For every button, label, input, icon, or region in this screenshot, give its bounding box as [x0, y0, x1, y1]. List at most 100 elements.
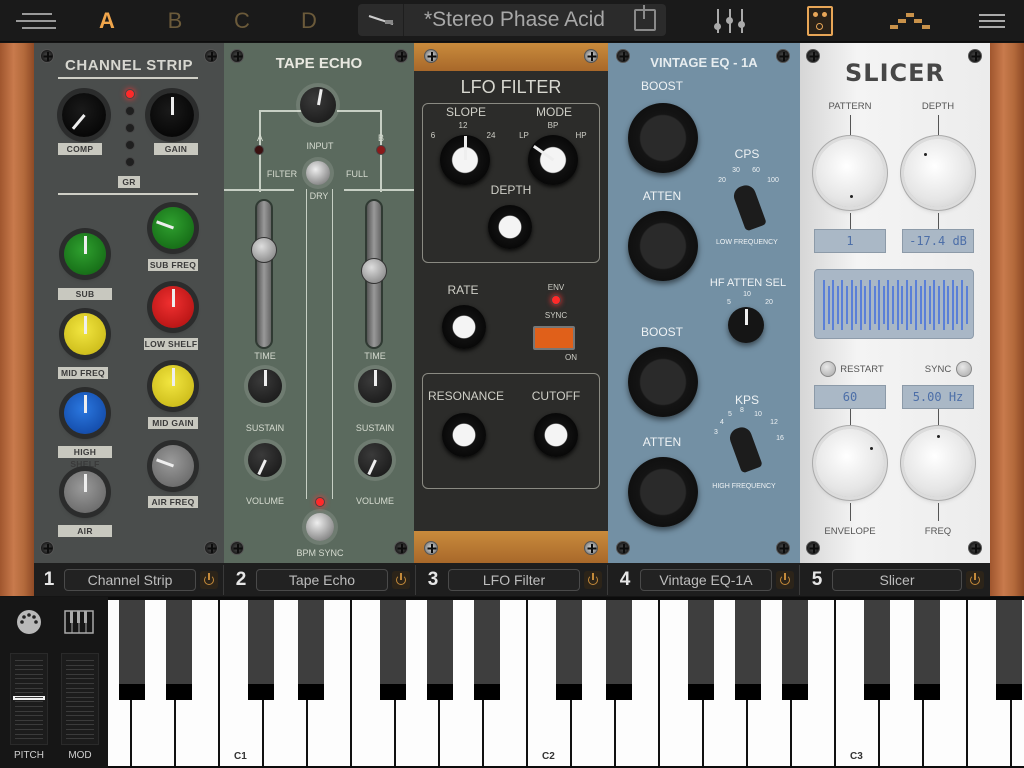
black-key[interactable]	[606, 600, 632, 700]
resonance-knob[interactable]	[442, 413, 486, 457]
black-key[interactable]	[380, 600, 406, 700]
pedalboard-button[interactable]	[804, 0, 836, 42]
settings-button[interactable]	[976, 0, 1008, 42]
preset-selector[interactable]: *Stereo Phase Acid	[358, 4, 666, 36]
slice-bar	[882, 286, 885, 324]
black-key[interactable]	[996, 600, 1022, 700]
black-key[interactable]	[166, 600, 192, 700]
black-key[interactable]	[248, 600, 274, 700]
slot-name-button[interactable]: Vintage EQ-1A	[640, 569, 772, 591]
time-label-a: TIME	[254, 351, 276, 361]
time-slider-a-handle[interactable]	[251, 237, 277, 263]
sustain-knob-b[interactable]	[358, 369, 392, 403]
envelope-knob[interactable]	[816, 429, 884, 497]
black-key[interactable]	[119, 600, 145, 700]
black-key[interactable]	[427, 600, 453, 700]
black-key[interactable]	[914, 600, 940, 700]
octave-label: C3	[850, 751, 863, 762]
power-icon[interactable]	[200, 571, 218, 589]
black-key[interactable]	[688, 600, 714, 700]
screw-icon	[230, 541, 244, 555]
preset-slot-d[interactable]: D	[296, 0, 322, 42]
volume-knob-a[interactable]	[248, 443, 282, 477]
time-slider-a[interactable]	[255, 199, 273, 349]
input-knob[interactable]	[300, 87, 336, 123]
menu-button[interactable]	[14, 0, 58, 42]
module-title: VINTAGE EQ - 1A	[650, 55, 758, 70]
sync-switch[interactable]	[533, 326, 575, 350]
piano-keys-icon[interactable]	[64, 609, 94, 634]
low-boost-knob[interactable]	[628, 103, 698, 173]
midi-din-icon[interactable]	[14, 609, 44, 634]
filter-toggle[interactable]	[306, 161, 330, 185]
sub-freq-knob[interactable]	[152, 207, 194, 249]
preset-slot-c[interactable]: C	[229, 0, 255, 42]
power-icon[interactable]	[392, 571, 410, 589]
cps-selector[interactable]	[731, 182, 767, 232]
depth-knob[interactable]	[904, 139, 972, 207]
mode-knob[interactable]	[528, 135, 578, 185]
depth-knob[interactable]	[488, 205, 532, 249]
mid-gain-label: MID GAIN	[148, 417, 198, 429]
preset-slot-b[interactable]: B	[162, 0, 188, 42]
mid-gain-knob[interactable]	[152, 365, 194, 407]
restart-button[interactable]	[820, 361, 836, 377]
volume-knob-b[interactable]	[358, 443, 392, 477]
power-icon[interactable]	[584, 571, 602, 589]
gr-led	[125, 89, 135, 99]
stack-button[interactable]	[888, 0, 932, 42]
hf-atten-selector[interactable]	[728, 307, 764, 343]
sustain-label-b: SUSTAIN	[355, 423, 395, 433]
rate-knob[interactable]	[442, 305, 486, 349]
pattern-knob[interactable]	[816, 139, 884, 207]
bpm-sync-toggle[interactable]	[306, 513, 334, 541]
high-shelf-knob[interactable]	[64, 392, 106, 434]
gain-knob[interactable]	[150, 93, 194, 137]
black-key[interactable]	[556, 600, 582, 700]
mid-freq-knob[interactable]	[64, 313, 106, 355]
sustain-knob-a[interactable]	[248, 369, 282, 403]
depth-label: DEPTH	[490, 183, 532, 197]
power-icon[interactable]	[776, 571, 794, 589]
save-icon[interactable]	[634, 5, 656, 31]
gain-label: GAIN	[154, 143, 198, 155]
slot-name-button[interactable]: Slicer	[832, 569, 962, 591]
cps-tick: 20	[718, 177, 726, 184]
preset-name[interactable]: *Stereo Phase Acid	[404, 8, 634, 32]
black-key[interactable]	[298, 600, 324, 700]
slot-name-button[interactable]: Channel Strip	[64, 569, 196, 591]
black-key[interactable]	[474, 600, 500, 700]
preset-slot-a[interactable]: A	[94, 0, 120, 42]
low-shelf-knob[interactable]	[152, 286, 194, 328]
slope-knob[interactable]	[440, 135, 490, 185]
cable-icon[interactable]	[358, 4, 404, 36]
black-key[interactable]	[864, 600, 890, 700]
cutoff-knob[interactable]	[534, 413, 578, 457]
kps-selector[interactable]	[727, 424, 763, 474]
sync-button[interactable]	[956, 361, 972, 377]
black-key[interactable]	[782, 600, 808, 700]
black-key[interactable]	[735, 600, 761, 700]
envelope-display: 60	[814, 385, 886, 409]
screw-icon	[424, 541, 438, 555]
high-boost-knob[interactable]	[628, 347, 698, 417]
comp-knob[interactable]	[62, 93, 106, 137]
low-atten-knob[interactable]	[628, 211, 698, 281]
air-freq-knob[interactable]	[152, 445, 194, 487]
module-title: CHANNEL STRIP	[65, 57, 193, 74]
comp-label: COMP	[58, 143, 102, 155]
freq-knob[interactable]	[904, 429, 972, 497]
pattern-display: 1	[814, 229, 886, 253]
mixer-button[interactable]	[710, 0, 750, 42]
mod-wheel[interactable]	[61, 653, 99, 745]
slice-bar	[873, 286, 876, 324]
time-slider-b-handle[interactable]	[361, 258, 387, 284]
slot-name-button[interactable]: Tape Echo	[256, 569, 388, 591]
pitch-wheel[interactable]	[10, 653, 48, 745]
power-icon[interactable]	[966, 571, 984, 589]
atten-label-high: ATTEN	[642, 435, 682, 449]
air-knob[interactable]	[64, 471, 106, 513]
slot-name-button[interactable]: LFO Filter	[448, 569, 580, 591]
high-atten-knob[interactable]	[628, 457, 698, 527]
sub-knob[interactable]	[64, 233, 106, 275]
